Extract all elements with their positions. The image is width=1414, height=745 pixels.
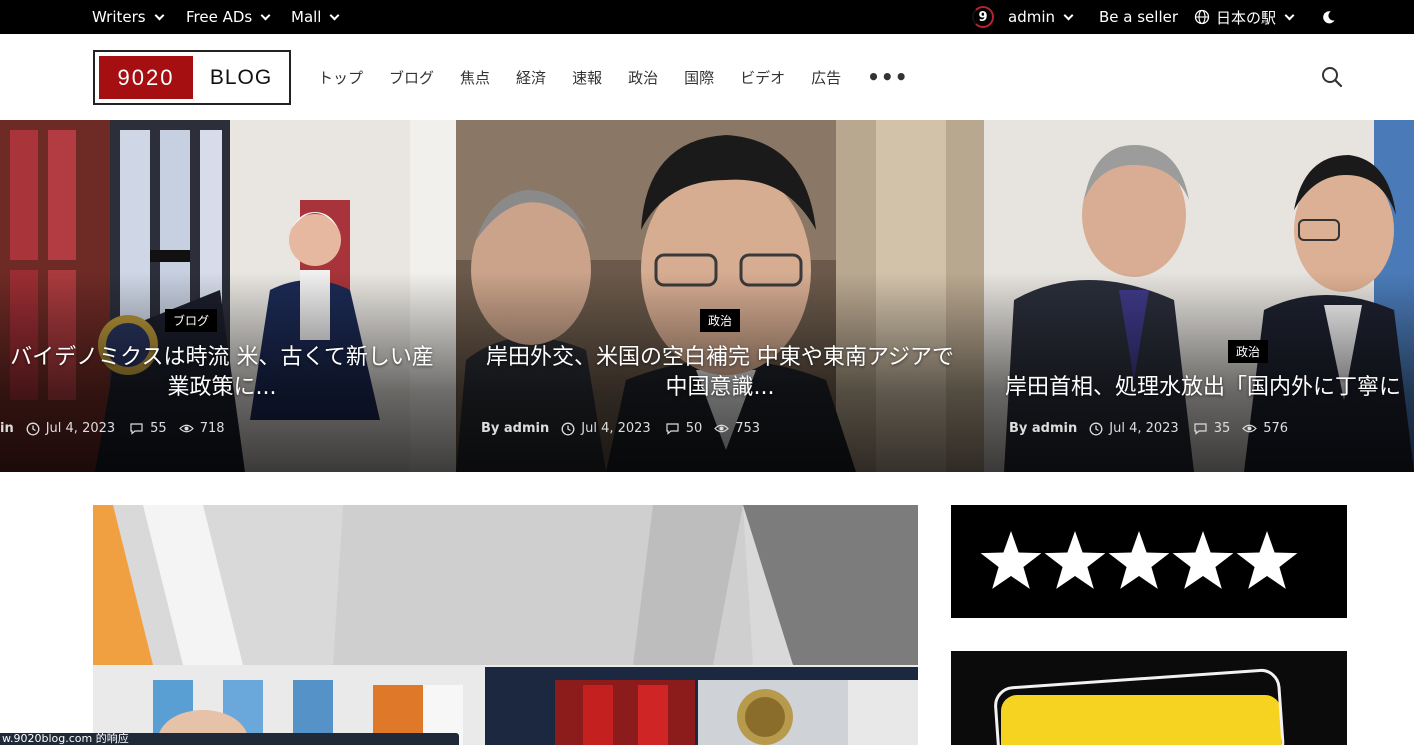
slide-meta: in Jul 4, 2023 55 718 [0,421,225,436]
user-name: admin [1008,8,1055,26]
slide-title-line: 岸田外交、米国の空白補完 中東や東南アジアで [485,345,955,370]
nav-item-politics[interactable]: 政治 [628,67,658,88]
post-date: Jul 4, 2023 [45,421,116,436]
slide-title-line: 中国意識... [665,375,775,400]
star-icon [1236,531,1298,589]
top-bar: Writers Free ADs Mall 9 admin Be a selle… [0,0,1414,34]
logo-word: BLOG [209,65,273,89]
star-icon [980,531,1042,589]
user-menu[interactable]: 9 admin [972,0,1074,34]
nav-item-breaking[interactable]: 速報 [572,67,602,88]
slide-card[interactable]: 政治 岸田外交、米国の空白補完 中東や東南アジアで 中国意識... By adm… [456,120,984,472]
post-date: Jul 4, 2023 [1109,421,1179,436]
post-date: Jul 4, 2023 [581,421,651,436]
article-image [93,505,918,745]
language-label: 日本の駅 [1216,8,1277,27]
comment-icon [666,423,679,435]
more-menu-button[interactable]: ••• [867,65,908,89]
avatar: 9 [972,6,994,28]
language-menu[interactable]: 日本の駅 [1194,0,1295,34]
slide-gradient [984,272,1414,472]
free-ads-menu[interactable]: Free ADs [186,0,271,34]
chevron-down-icon [1063,10,1074,20]
main-nav: トップ ブログ 焦点 経済 速報 政治 国際 ビデオ 広告 ••• [318,34,935,120]
chevron-down-icon [260,10,271,20]
author-name[interactable]: in [0,421,14,436]
slide-title[interactable]: バイデノミクスは時流 米、古くて新しい産 業政策に... [0,343,444,403]
site-logo[interactable]: 9020 BLOG [93,50,291,105]
chevron-down-icon [1284,10,1295,20]
slide-card[interactable]: ブログ バイデノミクスは時流 米、古くて新しい産 業政策に... in Jul … [0,120,456,472]
dark-mode-toggle[interactable] [1321,0,1336,34]
view-count: 576 [1263,421,1289,436]
chevron-down-icon [330,10,340,20]
author-name[interactable]: By admin [1009,421,1077,436]
eye-icon [714,424,730,433]
featured-slider: ブログ バイデノミクスは時流 米、古くて新しい産 業政策に... in Jul … [0,120,1414,472]
category-badge[interactable]: 政治 [700,309,741,332]
nav-item-international[interactable]: 国際 [684,67,714,88]
view-count: 718 [199,421,225,436]
comment-count: 50 [685,421,703,436]
be-seller-label: Be a seller [1099,8,1179,26]
clock-icon [26,422,40,435]
nav-item-focus[interactable]: 焦点 [460,67,490,88]
star-icon [1172,531,1234,589]
star-rating [980,531,1298,589]
category-badge[interactable]: ブログ [165,309,218,332]
slide-title[interactable]: 岸田外交、米国の空白補完 中東や東南アジアで 中国意識... [456,343,984,403]
free-ads-label: Free ADs [186,8,253,26]
slide-title-line: バイデノミクスは時流 米、古くて新しい産 [10,345,434,370]
search-icon[interactable] [1321,66,1343,88]
author-name[interactable]: By admin [481,421,549,436]
nav-item-video[interactable]: ビデオ [740,67,785,88]
comment-count: 35 [1213,421,1231,436]
rating-ad-banner[interactable] [951,505,1347,618]
slide-card[interactable]: 政治 岸田首相、処理水放出「国内外に丁寧に By admin Jul 4, 20… [984,120,1414,472]
eye-icon [1242,424,1258,433]
globe-icon [1194,9,1210,25]
slide-meta: By admin Jul 4, 2023 35 576 [1009,421,1288,436]
writers-menu[interactable]: Writers [92,0,165,34]
star-icon [1044,531,1106,589]
comment-icon [130,423,143,435]
nav-item-ads[interactable]: 広告 [811,67,841,88]
browser-status-bar: w.9020blog.com 的响应 [0,733,459,745]
be-seller-link[interactable]: Be a seller [1099,0,1178,34]
nav-item-top[interactable]: トップ [318,67,363,88]
mall-menu[interactable]: Mall [291,0,340,34]
slide-meta: By admin Jul 4, 2023 50 753 [481,421,760,436]
eye-icon [178,424,194,433]
view-count: 753 [735,421,761,436]
star-icon [1108,531,1170,589]
site-header: 9020 BLOG トップ ブログ 焦点 経済 速報 政治 国際 ビデオ 広告 … [0,34,1414,120]
category-badge[interactable]: 政治 [1228,340,1269,363]
moon-icon [1323,10,1335,23]
writers-label: Writers [92,8,146,26]
promo-image [951,651,1347,745]
slide-title-line: 岸田首相、処理水放出「国内外に丁寧に [1005,375,1402,400]
slide-title-line: 業政策に... [167,375,277,400]
featured-article-image[interactable] [93,505,918,745]
promo-ad-banner[interactable] [951,651,1347,745]
comment-icon [1194,423,1207,435]
mall-label: Mall [291,8,322,26]
nav-item-economy[interactable]: 経済 [516,67,546,88]
chevron-down-icon [154,10,165,20]
nav-item-blog[interactable]: ブログ [389,67,434,88]
logo-number: 9020 [99,56,193,99]
comment-count: 55 [150,421,167,436]
slide-title[interactable]: 岸田首相、処理水放出「国内外に丁寧に [1005,373,1401,403]
clock-icon [1089,422,1103,435]
clock-icon [561,422,575,435]
